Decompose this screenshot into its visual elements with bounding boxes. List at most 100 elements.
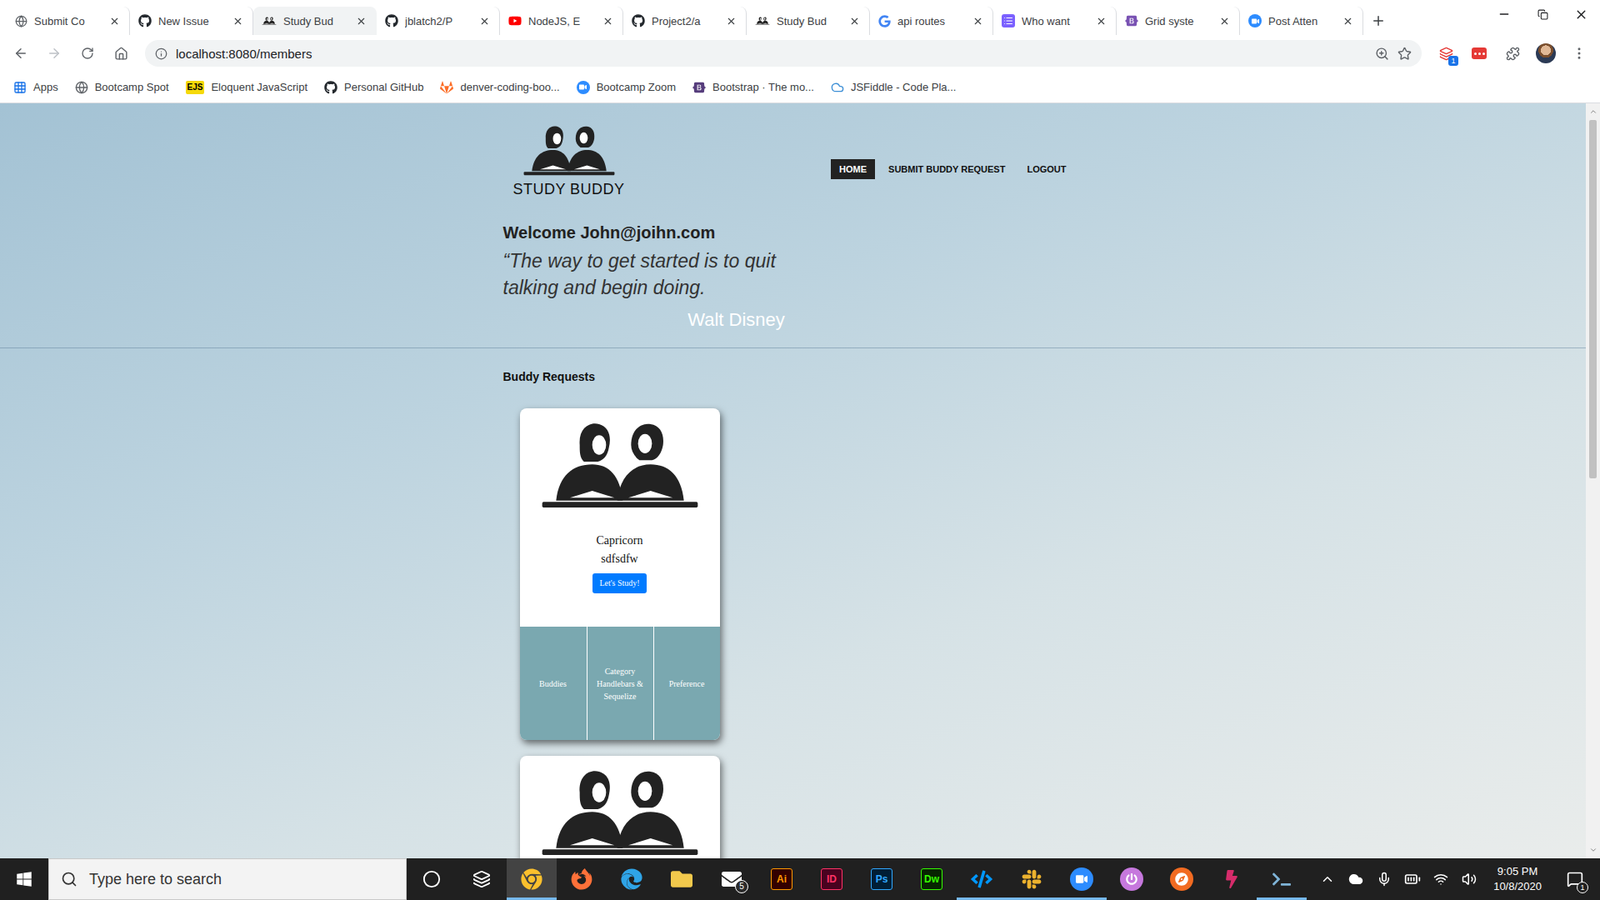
bookmark-item[interactable]: JSFiddle - Code Pla...	[830, 80, 956, 95]
taskbar-app[interactable]	[406, 858, 457, 900]
window-controls	[1485, 0, 1600, 29]
browser-tab[interactable]: Who want	[993, 6, 1117, 35]
extension-button[interactable]: 1	[1431, 39, 1460, 68]
taskbar-app[interactable]	[1056, 858, 1107, 900]
browser-tab[interactable]: Study Bud	[253, 6, 377, 35]
tab-close-button[interactable]	[354, 14, 368, 28]
bookmark-item[interactable]: Personal GitHub	[324, 80, 424, 95]
taskbar-search[interactable]: Type here to search	[48, 858, 407, 900]
buddy-request-card	[520, 755, 720, 859]
tab-close-button[interactable]	[724, 14, 738, 28]
taskbar-app[interactable]	[606, 858, 657, 900]
back-button[interactable]	[6, 39, 35, 68]
task-view-icon	[472, 870, 491, 889]
scroll-up-button[interactable]	[1585, 106, 1600, 117]
taskbar-app[interactable]	[656, 858, 707, 900]
extensions-menu-button[interactable]	[1498, 39, 1527, 68]
chrome-menu-button[interactable]	[1565, 39, 1594, 68]
taskbar-app[interactable]	[1006, 858, 1057, 900]
chrome-icon	[520, 868, 543, 890]
taskbar-app[interactable]	[1156, 858, 1207, 900]
tab-close-button[interactable]	[477, 14, 491, 28]
browser-tab[interactable]: Submit Co	[6, 6, 130, 35]
volume-button[interactable]	[1460, 870, 1479, 889]
reload-button[interactable]	[73, 39, 102, 68]
minimize-button[interactable]	[1485, 0, 1524, 29]
taskbar-app[interactable]	[556, 858, 607, 900]
tab-close-button[interactable]	[107, 14, 121, 28]
tab-close-button[interactable]	[847, 14, 861, 28]
taskbar-app[interactable]	[1106, 858, 1157, 900]
scroll-thumb[interactable]	[1589, 120, 1597, 479]
students-icon	[536, 764, 704, 859]
taskbar-clock[interactable]: 9:05 PM10/8/2020	[1488, 864, 1547, 895]
nav-link[interactable]: HOME	[830, 159, 875, 180]
illustrator-icon: Ai	[770, 868, 793, 890]
start-button[interactable]	[0, 858, 49, 900]
tab-close-button[interactable]	[1217, 14, 1231, 28]
bookmark-item[interactable]: EJSEloquent JavaScript	[185, 80, 309, 95]
extension-button[interactable]	[1465, 39, 1494, 68]
taskbar-app[interactable]	[1256, 858, 1307, 900]
taskbar-app[interactable]: ID	[806, 858, 857, 900]
browser-tab[interactable]: jblatch2/P	[376, 6, 500, 35]
browser-tab[interactable]: Study Bud	[746, 6, 870, 35]
browser-tab[interactable]: Project2/a	[623, 6, 747, 35]
taskbar-app[interactable]	[1206, 858, 1257, 900]
battery-button[interactable]	[1403, 870, 1422, 889]
app-badge: 5	[735, 880, 749, 894]
tab-close-button[interactable]	[1340, 14, 1355, 28]
address-bar[interactable]: localhost:8080/members	[145, 40, 1422, 67]
taskbar-app[interactable]	[956, 858, 1007, 900]
close-icon	[109, 15, 120, 27]
card-tile[interactable]: Category Handlebars & Sequelize	[586, 626, 654, 740]
taskbar-app[interactable]: Ps	[856, 858, 907, 900]
back-arrow-icon	[13, 45, 29, 61]
browser-tab[interactable]: Grid syste	[1116, 6, 1240, 35]
taskbar-app[interactable]	[506, 858, 557, 900]
tab-close-button[interactable]	[600, 14, 615, 28]
close-window-button[interactable]	[1561, 0, 1600, 29]
restore-button[interactable]	[1523, 0, 1562, 29]
forward-button[interactable]	[40, 39, 69, 68]
card-tile[interactable]: Preference	[653, 626, 720, 740]
profile-button[interactable]	[1531, 39, 1560, 68]
bookmark-item[interactable]: Apps	[13, 80, 59, 95]
tab-close-button[interactable]	[1094, 14, 1108, 28]
taskbar-app[interactable]: 5	[706, 858, 757, 900]
browser-tab[interactable]: api routes	[870, 6, 994, 35]
close-icon	[972, 15, 984, 27]
notifications-button[interactable]: 1	[1556, 858, 1594, 900]
taskbar-app[interactable]	[456, 858, 507, 900]
nav-link[interactable]: LOGOUT	[1018, 159, 1075, 180]
students-logo-icon	[520, 122, 619, 180]
tab-close-button[interactable]	[970, 14, 985, 28]
browser-tab[interactable]: NodeJS, E	[500, 6, 624, 35]
microphone-button[interactable]	[1375, 870, 1394, 889]
home-button[interactable]	[106, 39, 135, 68]
bookmark-item[interactable]: Bootstrap · The mo...	[692, 80, 815, 95]
bookmark-item[interactable]: Bootcamp Zoom	[576, 80, 676, 95]
buddy-request-list: CapricornsdfsdfwLet's Study!BuddiesCateg…	[503, 408, 1084, 859]
show-hidden-icons-button[interactable]	[1318, 870, 1337, 889]
new-tab-button[interactable]	[1363, 6, 1394, 35]
lets-study-button[interactable]: Let's Study!	[592, 573, 646, 594]
page-scrollbar[interactable]	[1585, 103, 1600, 859]
taskbar-app[interactable]: Ai	[756, 858, 807, 900]
onedrive-button[interactable]	[1346, 870, 1365, 889]
page-header: STUDY BUDDY HOMESUBMIT BUDDY REQUESTLOGOU…	[0, 103, 1586, 349]
study-buddy-logo[interactable]: STUDY BUDDY	[508, 122, 630, 199]
taskbar-app[interactable]: Dw	[906, 858, 957, 900]
scroll-down-button[interactable]	[1585, 845, 1600, 855]
card-tile[interactable]: Buddies	[520, 626, 587, 740]
tab-close-button[interactable]	[230, 14, 245, 28]
bookmark-star-icon[interactable]	[1397, 46, 1412, 61]
network-button[interactable]	[1431, 870, 1450, 889]
lastpass-icon	[1471, 47, 1487, 60]
nav-link[interactable]: SUBMIT BUDDY REQUEST	[880, 159, 1014, 180]
terminal-icon	[1272, 870, 1291, 889]
browser-tab[interactable]: New Issue	[130, 6, 254, 35]
browser-tab[interactable]: Post Atten	[1240, 6, 1364, 35]
bookmark-item[interactable]: denver-coding-boo...	[440, 80, 560, 95]
bookmark-item[interactable]: Bootcamp Spot	[75, 80, 170, 95]
